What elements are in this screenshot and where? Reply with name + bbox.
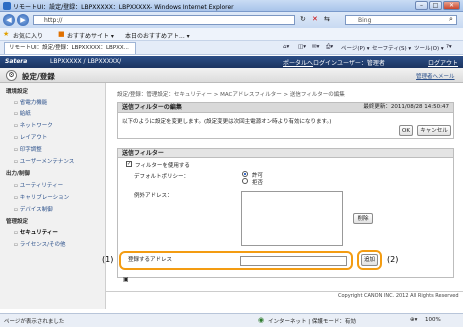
internet-zone-icon: ◉: [258, 316, 265, 324]
default-policy-label: デフォルトポリシー：: [134, 174, 190, 180]
sidebar-item-print-adjust[interactable]: 印字調整: [14, 145, 42, 153]
login-user: ログインユーザー：管理者: [313, 60, 385, 67]
sidebar-group-title: 出力/制御: [6, 171, 31, 177]
section-title: 設定/登録: [22, 72, 55, 81]
filter-section-header: 送信フィルター: [117, 148, 454, 158]
status-text: ページが表示されました: [4, 319, 65, 325]
cancel-button[interactable]: キャンセル: [417, 125, 451, 136]
filter-section-title: 送信フィルター: [122, 150, 164, 157]
use-filter-checkbox[interactable]: ✓: [126, 161, 132, 167]
sidebar-item-security[interactable]: セキュリティー: [14, 228, 58, 236]
ie-icon: [3, 2, 11, 10]
suggested-sites-icon: ■: [58, 30, 65, 38]
sidebar-item-calibration[interactable]: キャリブレーション: [14, 193, 69, 201]
callout-1: (1): [102, 255, 114, 264]
page-top-icon[interactable]: ▣: [123, 276, 129, 283]
refresh-icon[interactable]: ↻: [300, 15, 306, 23]
address-bar: ◀ ▶ http:// ↻ ✕ ⇆ Bing ⌕: [0, 12, 463, 28]
policy-deny-radio[interactable]: [242, 178, 248, 184]
exception-label: 例外アドレス：: [134, 193, 173, 199]
info-message: 以下のように設定を変更します。(設定変更は次回主電源オン時より有効になります。): [122, 119, 332, 125]
favorites-bar: ★ お気に入り ■ おすすめサイト ▾ 本日のおすすめアト... ▾: [0, 28, 463, 41]
maximize-button[interactable]: □: [429, 1, 442, 10]
settings-icon: ⚙: [6, 70, 17, 81]
last-updated: 最終更新：2011/08/28 14:50:47: [363, 104, 449, 110]
sidebar-item-paper[interactable]: 給紙: [14, 109, 31, 117]
forward-button[interactable]: ▶: [17, 14, 29, 26]
sidebar-group-title: 管理設定: [6, 219, 29, 225]
zoom-icon[interactable]: ⊕▾: [410, 317, 417, 323]
register-address-label: 登録するアドレス: [128, 257, 173, 263]
zone-text: インターネット | 保護モード：有効: [268, 319, 356, 325]
sidebar-item-device-control[interactable]: デバイス制御: [14, 205, 53, 213]
panel-title: 送信フィルターの編集: [122, 104, 182, 111]
portal-link[interactable]: ポータルへ: [283, 58, 313, 67]
today-picks-button[interactable]: 本日のおすすめアト... ▾: [125, 31, 190, 40]
home-icon[interactable]: ⌂▾: [283, 44, 289, 50]
feeds-icon[interactable]: ◫▾: [298, 44, 306, 50]
favorites-button[interactable]: お気に入り: [13, 31, 43, 40]
sidebar-item-utility[interactable]: ユーティリティー: [14, 181, 63, 189]
sidebar-item-license[interactable]: ライセンス/その他: [14, 240, 66, 248]
panel-header: 送信フィルターの編集 最終更新：2011/08/28 14:50:47: [117, 102, 454, 113]
sidebar-item-network[interactable]: ネットワーク: [14, 121, 53, 129]
print-icon[interactable]: ⎙▾: [326, 44, 333, 51]
sidebar: 環境設定 省電力機能 給紙 ネットワーク レイアウト 印字調整 ユーザーメンテナ…: [0, 83, 106, 309]
delete-button[interactable]: 削除: [353, 213, 373, 224]
use-filter-label: フィルターを使用する: [135, 163, 190, 169]
policy-allow-radio[interactable]: [242, 171, 248, 177]
sidebar-item-user-maintenance[interactable]: ユーザーメンテナンス: [14, 157, 75, 165]
zoom-level[interactable]: 100%: [425, 317, 441, 323]
callout-2: (2): [387, 255, 399, 264]
help-icon[interactable]: ?▾: [446, 44, 452, 50]
ok-button[interactable]: OK: [399, 125, 413, 136]
sidebar-item-layout[interactable]: レイアウト: [14, 133, 48, 141]
register-address-input[interactable]: [240, 256, 347, 266]
logout-link[interactable]: ログアウト: [428, 58, 458, 67]
add-button[interactable]: 追加: [361, 254, 378, 266]
minimize-button[interactable]: –: [415, 1, 428, 10]
sidebar-group-title: 環境設定: [6, 89, 29, 95]
url-input[interactable]: http://: [33, 15, 295, 25]
exception-address-list[interactable]: [241, 191, 343, 246]
sidebar-item-power-save[interactable]: 省電力機能: [14, 98, 48, 106]
copyright: Copyright CANON INC. 2012 All Rights Res…: [338, 293, 459, 299]
device-name: LBPXXXXX / LBPXXXXX/: [50, 58, 122, 65]
admin-mail-link[interactable]: 管理者へメール: [416, 72, 455, 80]
suggested-sites-button[interactable]: おすすめサイト ▾: [67, 31, 114, 40]
app-header: Satera LBPXXXXX / LBPXXXXX/ ポータルへ ログインユー…: [0, 56, 463, 68]
footer-divider: [106, 291, 463, 292]
close-button[interactable]: ✕: [443, 1, 460, 10]
window-titlebar: リモートUI：設定/登録：LBPXXXXX：LBPXXXXX- Windows …: [0, 0, 463, 12]
safety-menu[interactable]: セーフティ(S) ▾: [372, 44, 411, 52]
search-input[interactable]: Bing: [345, 15, 457, 25]
breadcrumb: 設定/登録：管理設定：セキュリティー > MACアドレスフィルター > 送信フィ…: [117, 92, 345, 98]
stop-icon[interactable]: ✕: [312, 15, 318, 23]
brand-logo: Satera: [5, 58, 28, 65]
star-icon: ★: [3, 30, 10, 38]
compat-icon[interactable]: ⇆: [324, 15, 330, 23]
status-bar: ページが表示されました ◉ インターネット | 保護モード：有効 ⊕▾ 100%: [0, 313, 463, 327]
message-area: 以下のように設定を変更します。(設定変更は次回主電源オン時より有効になります。)…: [117, 113, 454, 139]
policy-deny-label: 拒否: [252, 180, 264, 186]
page-menu[interactable]: ページ(P) ▾: [341, 44, 370, 52]
back-button[interactable]: ◀: [3, 14, 15, 26]
mail-icon[interactable]: ✉▾: [312, 44, 319, 50]
search-icon[interactable]: ⌕: [449, 15, 453, 24]
section-header: ⚙ 設定/登録 管理者へメール: [0, 68, 463, 83]
tab-remote-ui[interactable]: リモートUI：設定/登録：LBPXXXXX：LBPXX...: [4, 42, 136, 54]
tools-menu[interactable]: ツール(O) ▾: [414, 44, 444, 52]
window-title: リモートUI：設定/登録：LBPXXXXX：LBPXXXXX- Windows …: [13, 4, 234, 11]
tab-bar: リモートUI：設定/登録：LBPXXXXX：LBPXX... ⌂▾ ◫▾ ✉▾ …: [0, 41, 463, 55]
